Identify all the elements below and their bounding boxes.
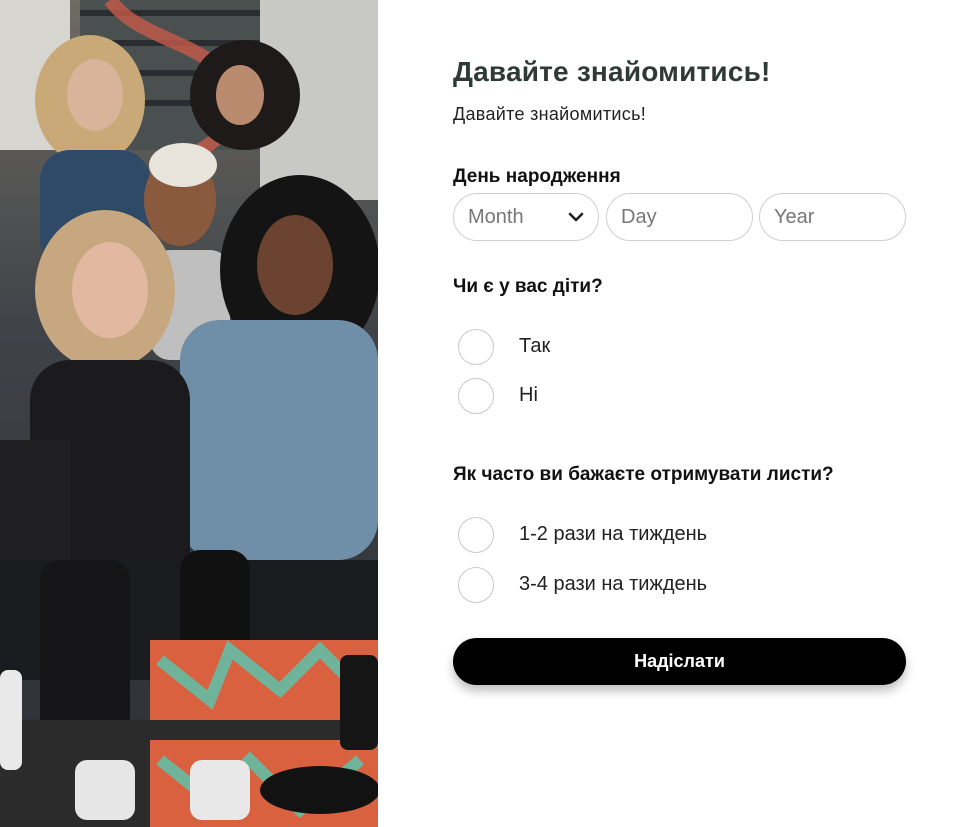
radio-label: 3-4 рази на тиждень [519, 573, 708, 595]
month-placeholder: Month [468, 206, 524, 228]
signup-form: Давайте знайомитись! Давайте знайомитись… [453, 0, 913, 827]
month-select[interactable]: Month [453, 193, 599, 241]
radio-button[interactable] [458, 329, 494, 365]
kids-label: Чи є у вас діти? [453, 276, 603, 297]
kids-option-no[interactable]: Ні [458, 378, 878, 414]
dob-fields: Month Day Year [453, 193, 906, 241]
form-title: Давайте знайомитись! [453, 56, 771, 87]
radio-button[interactable] [458, 517, 494, 553]
radio-label: Ні [519, 384, 538, 406]
kids-option-yes[interactable]: Так [458, 329, 878, 365]
frequency-option-3-4[interactable]: 3-4 рази на тиждень [458, 567, 878, 603]
radio-button[interactable] [458, 378, 494, 414]
frequency-option-1-2[interactable]: 1-2 рази на тиждень [458, 517, 878, 553]
year-input[interactable]: Year [759, 193, 906, 241]
form-subtitle: Давайте знайомитись! [453, 104, 647, 124]
day-placeholder: Day [621, 206, 657, 228]
group-photo [0, 0, 378, 827]
chevron-down-icon [568, 212, 584, 222]
submit-button[interactable]: Надіслати [453, 638, 906, 685]
year-placeholder: Year [774, 206, 815, 228]
day-input[interactable]: Day [606, 193, 753, 241]
frequency-label: Як часто ви бажаєте отримувати листи? [453, 464, 834, 485]
dob-label: День народження [453, 166, 621, 187]
radio-button[interactable] [458, 567, 494, 603]
radio-label: 1-2 рази на тиждень [519, 523, 708, 545]
radio-label: Так [519, 335, 551, 357]
